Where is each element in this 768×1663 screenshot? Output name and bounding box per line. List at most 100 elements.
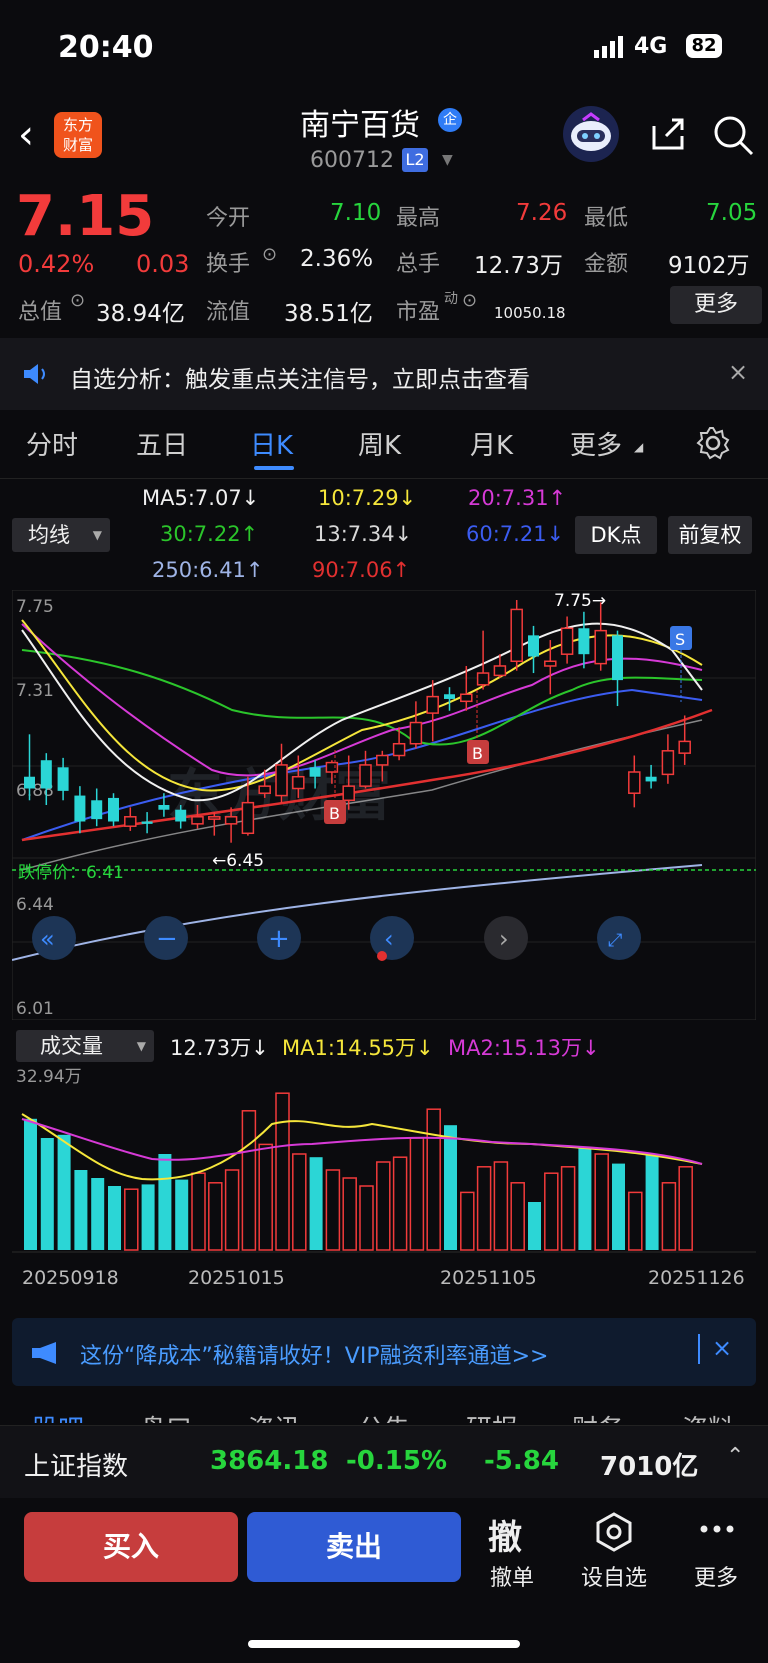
- search-icon[interactable]: [712, 114, 754, 156]
- ma-lines: [12, 619, 713, 961]
- candle: [510, 608, 523, 663]
- volume-chart[interactable]: 32.94万 20250918 20251015 20251105 202511…: [12, 1064, 756, 1306]
- gear-icon[interactable]: [696, 426, 730, 460]
- change-percent: 0.42%: [18, 250, 95, 278]
- open-value: 7.10: [330, 200, 382, 226]
- svg-text:B: B: [329, 804, 340, 823]
- candle: [476, 672, 490, 686]
- volume-bar: [24, 1118, 37, 1250]
- high-value: 7.26: [516, 200, 568, 226]
- buy-button[interactable]: 买入: [24, 1512, 238, 1582]
- kline-chart[interactable]: 东方财富 7.75 7.31 6.88 6.44 6.01 跌停价：6.41 7…: [12, 590, 756, 1020]
- volume-bar: [91, 1178, 105, 1250]
- date-label: 20251126: [648, 1267, 745, 1289]
- dk-point-button[interactable]: DK点: [575, 516, 657, 554]
- fullscreen-button[interactable]: ⤢: [597, 916, 641, 960]
- share-icon[interactable]: [648, 114, 688, 154]
- mcap-value: 38.94亿: [96, 301, 185, 327]
- tab-news[interactable]: 资讯: [248, 1409, 300, 1423]
- volume-bar: [57, 1134, 71, 1250]
- tab-profile[interactable]: 资料: [682, 1409, 734, 1423]
- ad-text[interactable]: 这份“降成本”秘籍请收好！VIP融资利率通道>>: [80, 1338, 548, 1370]
- tab-daily-k[interactable]: 日K: [250, 425, 293, 462]
- enterprise-badge: 企: [438, 108, 462, 132]
- content-tabs[interactable]: 股吧 盘口 资讯 公告 研报 财务 资料: [0, 1395, 768, 1423]
- signal-icon: [594, 36, 623, 58]
- volume-bar: [292, 1153, 307, 1251]
- tab-pankou[interactable]: 盘口: [140, 1409, 192, 1423]
- chevron-down-icon[interactable]: ▼: [442, 152, 453, 168]
- indicator-select[interactable]: 均线 ▼: [12, 518, 110, 552]
- notice-text[interactable]: 自选分析：触发重点关注信号，立即点击查看: [70, 360, 530, 394]
- cancel-order-icon[interactable]: 撤: [488, 1510, 522, 1559]
- watchlist-icon[interactable]: [594, 1512, 634, 1552]
- tab-indicator: [254, 466, 294, 470]
- scroll-left-button[interactable]: ‹: [370, 916, 414, 961]
- megaphone-icon: [32, 1342, 56, 1364]
- mcap-label: 总值: [18, 300, 63, 325]
- tab-intraday[interactable]: 分时: [26, 425, 78, 462]
- svg-text:‹: ‹: [384, 925, 394, 953]
- more-dots-icon[interactable]: [700, 1524, 734, 1534]
- app-logo: 东方 财富: [54, 112, 102, 158]
- candle: [325, 761, 339, 773]
- close-icon[interactable]: ×: [728, 358, 748, 386]
- svg-text:−: −: [156, 924, 178, 954]
- candle: [91, 800, 103, 820]
- volume-bar: [141, 1184, 155, 1250]
- y-tick-top: 7.75: [16, 597, 54, 617]
- home-indicator: [248, 1640, 520, 1648]
- volume-bar: [678, 1166, 693, 1251]
- tab-five-day[interactable]: 五日: [136, 425, 188, 462]
- candle: [628, 771, 641, 794]
- volume-bar: [392, 1156, 408, 1251]
- volume-bar: [191, 1172, 206, 1251]
- scroll-left-fast-button[interactable]: «: [32, 916, 76, 960]
- volume-indicator-select[interactable]: 成交量 ▼: [16, 1030, 154, 1062]
- more-actions-button[interactable]: 更多: [676, 1560, 756, 1592]
- index-ticker-bar[interactable]: 上证指数 3864.18 -0.15% -5.84 7010亿 ⌃: [0, 1425, 768, 1498]
- tab-finance[interactable]: 财务: [572, 1409, 624, 1423]
- date-label: 20250918: [22, 1267, 119, 1289]
- volume-bar: [175, 1179, 189, 1250]
- candle: [224, 816, 238, 825]
- candle: [241, 801, 255, 835]
- speaker-icon: [24, 364, 45, 384]
- cancel-order-button[interactable]: 撤单: [472, 1560, 552, 1592]
- volume-bar: [444, 1125, 457, 1250]
- svg-text:«: «: [40, 925, 55, 953]
- info-icon[interactable]: ⊙: [70, 290, 85, 311]
- chevron-up-icon[interactable]: ⌃: [726, 1444, 744, 1469]
- tab-research[interactable]: 研报: [466, 1409, 518, 1423]
- add-watchlist-button[interactable]: 设自选: [574, 1560, 654, 1592]
- date-label: 20251105: [440, 1267, 537, 1289]
- tab-monthly-k[interactable]: 月K: [470, 425, 513, 462]
- status-bar: 20:40 4G 82: [0, 0, 768, 95]
- tab-guba[interactable]: 股吧: [32, 1409, 84, 1423]
- robot-assistant-icon[interactable]: [563, 106, 619, 162]
- change-amount: 0.03: [136, 250, 190, 278]
- scroll-right-button[interactable]: ›: [484, 916, 528, 960]
- date-label: 20251015: [188, 1267, 285, 1289]
- info-icon[interactable]: ⊙: [462, 290, 477, 311]
- triangle-icon: ◢: [634, 440, 644, 454]
- zoom-in-button[interactable]: +: [257, 916, 301, 960]
- adjust-button[interactable]: 前复权: [668, 516, 752, 554]
- tab-weekly-k[interactable]: 周K: [358, 425, 401, 462]
- candle: [578, 628, 590, 655]
- info-icon[interactable]: ⊙: [262, 244, 277, 265]
- candle: [309, 767, 321, 777]
- quote-more-button[interactable]: 更多: [670, 286, 762, 324]
- tab-more[interactable]: 更多: [570, 425, 622, 462]
- turnover-value: 2.36%: [300, 246, 374, 272]
- tab-notice[interactable]: 公告: [358, 1409, 410, 1423]
- back-icon[interactable]: ‹: [18, 112, 34, 158]
- zoom-out-button[interactable]: −: [144, 916, 188, 960]
- sell-button[interactable]: 卖出: [247, 1512, 461, 1582]
- volume-bar: [409, 1137, 425, 1251]
- stock-name[interactable]: 南宁百货: [300, 100, 420, 144]
- close-icon[interactable]: ×: [712, 1334, 732, 1362]
- volume-value: 12.73万: [474, 253, 563, 279]
- candle: [175, 809, 187, 822]
- volume-bar: [426, 1108, 441, 1251]
